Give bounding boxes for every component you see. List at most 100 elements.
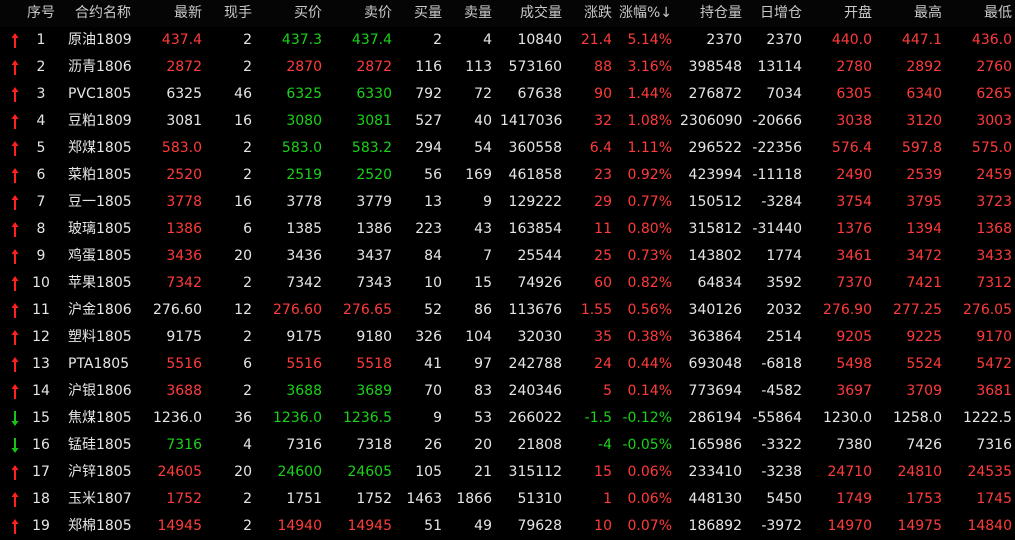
header-change[interactable]: 涨跌 [570, 0, 612, 27]
table-row[interactable]: 6 菜粕1805 2520 2 2519 2520 56 169 461858 23 0.92% 42… [0, 162, 1015, 189]
cell-bid: 5516 [286, 356, 322, 372]
cell-high: 2539 [906, 167, 942, 183]
header-open-interest[interactable]: 持仓量 [680, 0, 742, 27]
cell-volume: 240346 [508, 383, 562, 399]
cell-pct: 0.14% [627, 383, 672, 399]
cell-open-interest: 2306090 [680, 113, 743, 129]
cell-bid-vol: 223 [415, 221, 442, 237]
cell-low: 5472 [976, 356, 1012, 372]
header-name[interactable]: 合约名称 [68, 0, 138, 27]
cell-bid-vol: 41 [424, 356, 442, 372]
cell-bid-vol: 527 [415, 113, 442, 129]
cell-hand: 2 [243, 518, 252, 534]
cell-last: 1386 [166, 221, 202, 237]
cell-bid-vol: 52 [424, 302, 442, 318]
header-seq[interactable]: 序号 [22, 0, 60, 27]
cell-bid: 2519 [286, 167, 322, 183]
table-row[interactable]: 9 鸡蛋1805 3436 20 3436 3437 84 7 25544 25 0.73% 1438… [0, 243, 1015, 270]
cell-ask: 276.65 [343, 302, 392, 318]
header-oi-change[interactable]: 日增仓 [750, 0, 802, 27]
cell-oi-change: 2370 [766, 32, 802, 48]
cell-last: 1236.0 [153, 410, 202, 426]
cell-oi-change: 5450 [766, 491, 802, 507]
table-row[interactable]: 19 郑棉1805 14945 2 14940 14945 51 49 79628 10 0.07%… [0, 513, 1015, 540]
header-low[interactable]: 最低 [960, 0, 1012, 27]
cell-last: 14945 [157, 518, 202, 534]
cell-hand: 16 [234, 113, 252, 129]
cell-seq: 12 [32, 329, 50, 345]
table-header: 序号 合约名称 最新 现手 买价 卖价 买量 卖量 成交量 涨跌 涨幅%↓ 持仓… [0, 0, 1015, 27]
table-row[interactable]: 1 原油1809 437.4 2 437.3 437.4 2 4 10840 21.4 5.14% 2… [0, 27, 1015, 54]
header-bid[interactable]: 买价 [270, 0, 322, 27]
cell-name: 玉米1807 [68, 491, 132, 507]
cell-pct: 0.44% [627, 356, 672, 372]
cell-oi-change: -6818 [761, 356, 802, 372]
cell-change: 10 [594, 518, 612, 534]
table-row[interactable]: 14 沪银1806 3688 2 3688 3689 70 83 240346 5 0.14% 773… [0, 378, 1015, 405]
cell-open-interest: 423994 [688, 167, 742, 183]
header-hand[interactable]: 现手 [210, 0, 252, 27]
header-ask-vol[interactable]: 卖量 [450, 0, 492, 27]
header-open[interactable]: 开盘 [820, 0, 872, 27]
cell-bid-vol: 1463 [406, 491, 442, 507]
arrow-up-icon [9, 274, 21, 293]
arrow-up-icon [9, 193, 21, 212]
cell-last: 2872 [166, 59, 202, 75]
table-row[interactable]: 17 沪锌1805 24605 20 24600 24605 105 21 315112 15 0.… [0, 459, 1015, 486]
cell-seq: 15 [32, 410, 50, 426]
cell-change: 35 [594, 329, 612, 345]
cell-name: 塑料1805 [68, 329, 132, 345]
cell-ask: 2872 [356, 59, 392, 75]
cell-low: 1745 [976, 491, 1012, 507]
table-row[interactable]: 15 焦煤1805 1236.0 36 1236.0 1236.5 9 53 266022 -1.… [0, 405, 1015, 432]
arrow-up-icon [9, 139, 21, 158]
cell-high: 24810 [897, 464, 942, 480]
cell-seq: 19 [32, 518, 50, 534]
cell-bid: 14940 [277, 518, 322, 534]
table-row[interactable]: 13 PTA1805 5516 6 5516 5518 41 97 242788 24 0.44% 6… [0, 351, 1015, 378]
cell-open: 440.0 [831, 32, 872, 48]
cell-open-interest: 693048 [688, 356, 742, 372]
header-bid-vol[interactable]: 买量 [400, 0, 442, 27]
table-row[interactable]: 16 锰硅1805 7316 4 7316 7318 26 20 21808 -4 -0.05% 16… [0, 432, 1015, 459]
cell-bid: 583.0 [281, 140, 322, 156]
table-row[interactable]: 11 沪金1806 276.60 12 276.60 276.65 52 86 113676 1.… [0, 297, 1015, 324]
cell-oi-change: -3284 [761, 194, 802, 210]
cell-open-interest: 276872 [688, 86, 742, 102]
cell-change: 60 [594, 275, 612, 291]
cell-change: 32 [594, 113, 612, 129]
table-row[interactable]: 3 PVC1805 6325 46 6325 6330 792 72 67638 90 1.44% 2… [0, 81, 1015, 108]
cell-pct: 0.80% [627, 221, 672, 237]
cell-open: 7370 [836, 275, 872, 291]
header-volume[interactable]: 成交量 [500, 0, 562, 27]
header-last[interactable]: 最新 [150, 0, 202, 27]
cell-last: 6325 [166, 86, 202, 102]
cell-oi-change: 2514 [766, 329, 802, 345]
cell-bid-vol: 84 [424, 248, 442, 264]
table-row[interactable]: 8 玻璃1805 1386 6 1385 1386 223 43 163854 11 0.80% 31… [0, 216, 1015, 243]
futures-quote-table: 序号 合约名称 最新 现手 买价 卖价 买量 卖量 成交量 涨跌 涨幅%↓ 持仓… [0, 0, 1015, 540]
cell-ask-vol: 53 [474, 410, 492, 426]
cell-last: 583.0 [161, 140, 202, 156]
table-row[interactable]: 7 豆一1805 3778 16 3778 3779 13 9 129222 29 0.77% 150… [0, 189, 1015, 216]
cell-ask-vol: 72 [474, 86, 492, 102]
table-row[interactable]: 10 苹果1805 7342 2 7342 7343 10 15 74926 60 0.82% 648… [0, 270, 1015, 297]
cell-open-interest: 143802 [688, 248, 742, 264]
arrow-up-icon [9, 58, 21, 77]
header-ask[interactable]: 卖价 [340, 0, 392, 27]
table-row[interactable]: 12 塑料1805 9175 2 9175 9180 326 104 32030 35 0.38% 3… [0, 324, 1015, 351]
cell-ask: 2520 [356, 167, 392, 183]
header-high[interactable]: 最高 [890, 0, 942, 27]
cell-volume: 360558 [508, 140, 562, 156]
table-row[interactable]: 4 豆粕1809 3081 16 3080 3081 527 40 1417036 32 1.08%… [0, 108, 1015, 135]
table-row[interactable]: 5 郑煤1805 583.0 2 583.0 583.2 294 54 360558 6.4 1.1… [0, 135, 1015, 162]
header-pct-sorted[interactable]: 涨幅%↓ [612, 0, 672, 27]
cell-oi-change: -55864 [752, 410, 802, 426]
cell-open-interest: 296522 [688, 140, 742, 156]
cell-volume: 79628 [517, 518, 562, 534]
cell-high: 6340 [906, 86, 942, 102]
table-row[interactable]: 18 玉米1807 1752 2 1751 1752 1463 1866 51310 1 0.06%… [0, 486, 1015, 513]
cell-change: 90 [594, 86, 612, 102]
table-row[interactable]: 2 沥青1806 2872 2 2870 2872 116 113 573160 88 3.16% 3… [0, 54, 1015, 81]
cell-change: -1.5 [584, 410, 612, 426]
